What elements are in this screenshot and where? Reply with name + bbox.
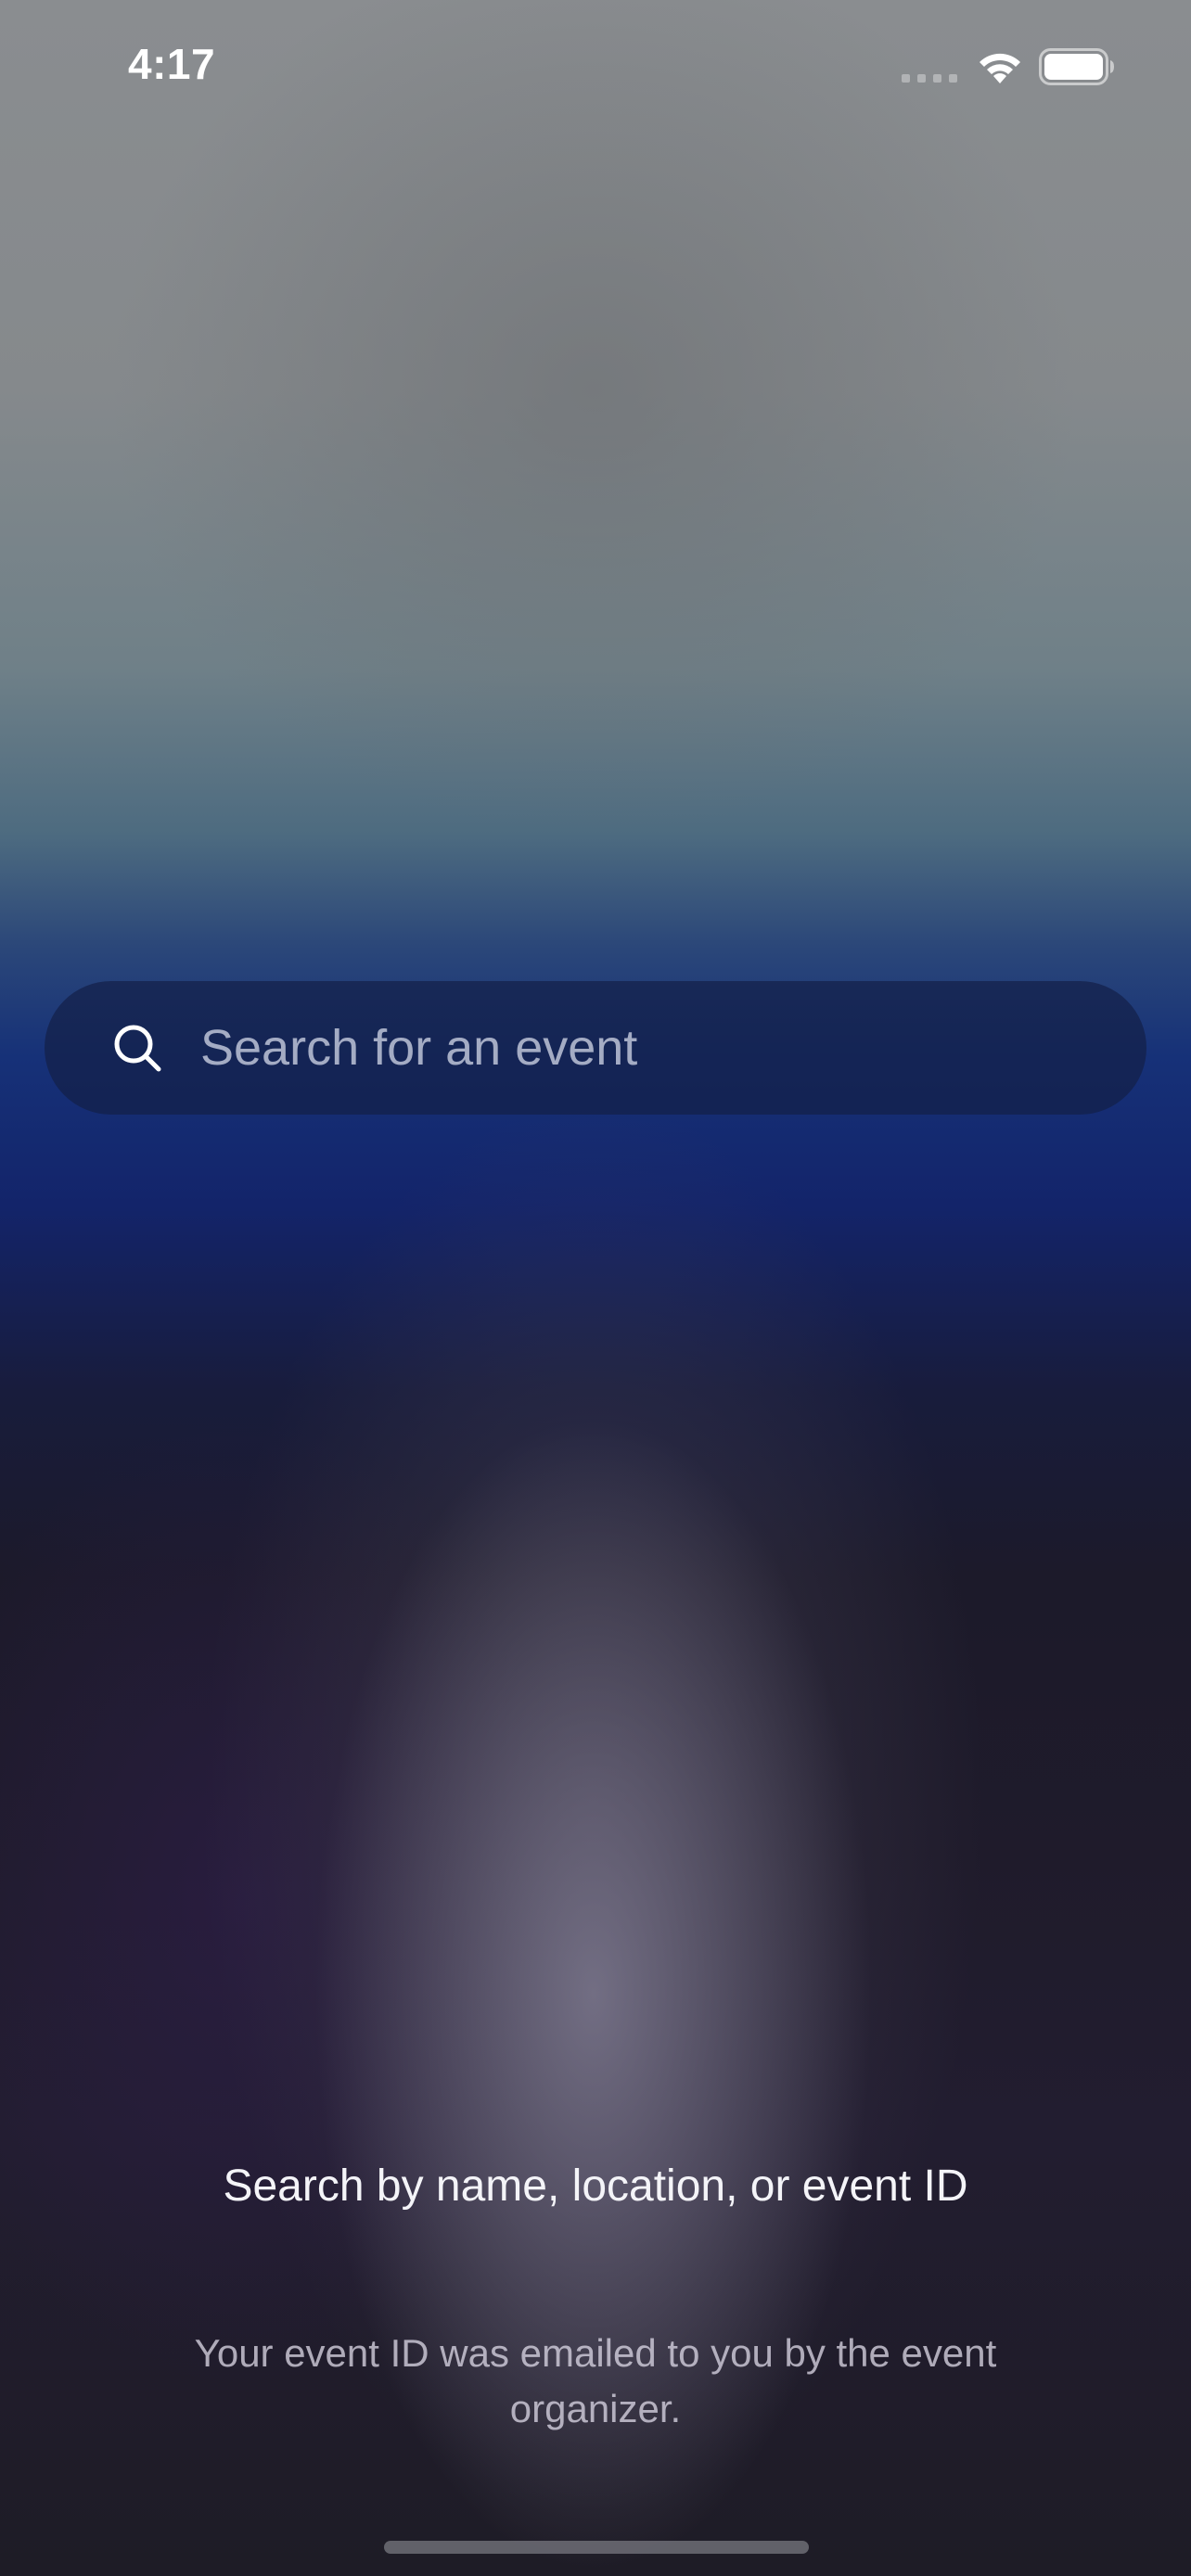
search-icon bbox=[111, 1022, 163, 1074]
battery-icon bbox=[1039, 48, 1115, 90]
search-bar[interactable]: Search for an event bbox=[45, 981, 1146, 1115]
search-hint-subtitle: Your event ID was emailed to you by the … bbox=[194, 2331, 997, 2430]
cellular-signal-icon bbox=[902, 74, 957, 83]
search-hint-title: Search by name, location, or event ID bbox=[223, 2162, 968, 2211]
search-input[interactable]: Search for an event bbox=[200, 1019, 637, 1077]
wifi-icon bbox=[976, 48, 1024, 90]
status-bar: 4:17 bbox=[0, 0, 1191, 130]
status-time: 4:17 bbox=[128, 40, 216, 88]
home-indicator[interactable] bbox=[384, 2541, 809, 2554]
